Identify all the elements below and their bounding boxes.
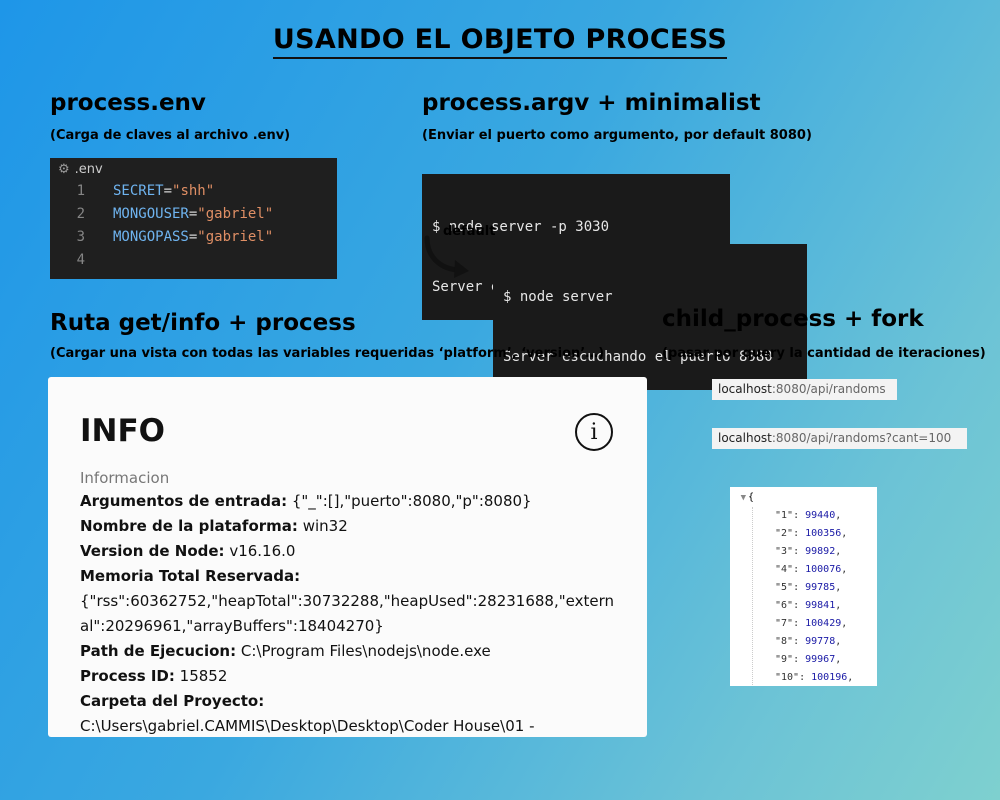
editor-tab[interactable]: ⚙ .env bbox=[50, 158, 337, 180]
editor-tab-name: .env bbox=[74, 161, 103, 177]
env-key: SECRET bbox=[113, 183, 164, 199]
json-value: 99778 bbox=[805, 636, 836, 647]
folder-row: Carpeta del Proyecto: bbox=[80, 689, 615, 714]
json-entry: "10": 100196, bbox=[775, 669, 877, 686]
curved-arrow-icon bbox=[424, 235, 469, 278]
argv-subtitle: (Enviar el puerto como argumento, por de… bbox=[422, 128, 812, 143]
json-value: 99440 bbox=[805, 510, 836, 521]
url-path: :8080/api/randoms bbox=[771, 382, 886, 396]
node-label: Version de Node: bbox=[80, 542, 225, 560]
line-number: 4 bbox=[76, 252, 85, 268]
platform-value: win32 bbox=[302, 517, 348, 535]
node-value: v16.16.0 bbox=[229, 542, 296, 560]
terminal-command: $ node server bbox=[503, 289, 613, 305]
json-entry: "5": 99785, bbox=[775, 579, 877, 597]
json-entry: "1": 99440, bbox=[775, 507, 877, 525]
collapse-triangle-icon[interactable]: ▼ bbox=[730, 489, 748, 507]
json-value: 99967 bbox=[805, 654, 836, 665]
json-value: 100429 bbox=[805, 618, 842, 629]
argv-heading: process.argv + minimalist bbox=[422, 90, 761, 116]
path-value: C:\Program Files\nodejs\node.exe bbox=[240, 642, 491, 660]
json-key: "1" bbox=[775, 510, 794, 521]
json-key: "10" bbox=[775, 672, 800, 683]
json-key: "4" bbox=[775, 564, 794, 575]
pid-row: Process ID: 15852 bbox=[80, 664, 615, 689]
folder-value: C:\Users\gabriel.CAMMIS\Desktop\Desktop\… bbox=[80, 717, 535, 735]
json-entry: "3": 99892, bbox=[775, 543, 877, 561]
line-number: 3 bbox=[76, 229, 85, 245]
env-key: MONGOPASS bbox=[113, 229, 189, 245]
json-value: 99841 bbox=[805, 600, 836, 611]
args-label: Argumentos de entrada: bbox=[80, 492, 288, 510]
pid-value: 15852 bbox=[179, 667, 228, 685]
json-entries: "1": 99440, "2": 100356, "3": 99892, "4": 1… bbox=[752, 507, 877, 686]
args-row: Argumentos de entrada: {"_":[],"puerto":… bbox=[80, 489, 615, 514]
code-line: 2 MONGOUSER="gabriel" bbox=[50, 203, 337, 226]
json-key: "7" bbox=[775, 618, 794, 629]
url-host: localhost bbox=[718, 431, 772, 445]
json-key: "8" bbox=[775, 636, 794, 647]
env-value: "gabriel" bbox=[197, 206, 274, 222]
json-open-line: ▼{ bbox=[730, 489, 877, 507]
code-line: 4 bbox=[50, 249, 337, 272]
child-heading: child_process + fork bbox=[662, 306, 924, 332]
json-key: "6" bbox=[775, 600, 794, 611]
json-entry: "2": 100356, bbox=[775, 525, 877, 543]
json-viewer: ▼{ "1": 99440, "2": 100356, "3": 99892, "4"… bbox=[730, 487, 877, 686]
code-line: 3 MONGOPASS="gabriel" bbox=[50, 226, 337, 249]
json-key: "3" bbox=[775, 546, 794, 557]
json-entry: "9": 99967, bbox=[775, 651, 877, 669]
args-value: {"_":[],"puerto":8080,"p":8080} bbox=[291, 492, 532, 510]
json-open-brace: { bbox=[748, 492, 755, 503]
node-row: Version de Node: v16.16.0 bbox=[80, 539, 615, 564]
memory-label: Memoria Total Reservada: bbox=[80, 567, 301, 585]
platform-row: Nombre de la plataforma: win32 bbox=[80, 514, 615, 539]
json-key: "2" bbox=[775, 528, 794, 539]
main-title: USANDO EL OBJETO PROCESS bbox=[272, 24, 728, 59]
main-title-wrap: USANDO EL OBJETO PROCESS bbox=[0, 24, 1000, 59]
env-key: MONGOUSER bbox=[113, 206, 189, 222]
json-value: 99785 bbox=[805, 582, 836, 593]
line-number: 2 bbox=[76, 206, 85, 222]
line-number: 1 bbox=[76, 183, 85, 199]
url-path: :8080/api/randoms?cant=100 bbox=[771, 431, 952, 445]
gear-icon: ⚙ bbox=[58, 161, 70, 177]
json-entry: "6": 99841, bbox=[775, 597, 877, 615]
env-subtitle: (Carga de claves al archivo .env) bbox=[50, 128, 291, 143]
env-value: "gabriel" bbox=[197, 229, 274, 245]
code-line: 1 SECRET="shh" bbox=[50, 180, 337, 203]
json-entry: "4": 100076, bbox=[775, 561, 877, 579]
memory-value: {"rss":60362752,"heapTotal":30732288,"he… bbox=[80, 592, 614, 635]
env-value: "shh" bbox=[172, 183, 215, 199]
path-label: Path de Ejecucion: bbox=[80, 642, 237, 660]
url-randoms[interactable]: localhost:8080/api/randoms bbox=[712, 379, 897, 400]
memory-row: Memoria Total Reservada: bbox=[80, 564, 615, 589]
json-value: 100356 bbox=[805, 528, 842, 539]
path-row: Path de Ejecucion: C:\Program Files\node… bbox=[80, 639, 615, 664]
json-value: 99892 bbox=[805, 546, 836, 557]
folder-label: Carpeta del Proyecto: bbox=[80, 692, 265, 710]
card-title: INFO bbox=[80, 413, 166, 449]
url-host: localhost bbox=[718, 382, 772, 396]
info-icon[interactable]: i bbox=[575, 413, 613, 451]
json-value: 100196 bbox=[811, 672, 848, 683]
json-entry: "7": 100429, bbox=[775, 615, 877, 633]
json-entry: "8": 99778, bbox=[775, 633, 877, 651]
platform-label: Nombre de la plataforma: bbox=[80, 517, 298, 535]
json-value: 100076 bbox=[805, 564, 842, 575]
env-code-editor: ⚙ .env 1 SECRET="shh" 2 MONGOUSER="gabri… bbox=[50, 158, 337, 279]
info-heading: Ruta get/info + process bbox=[50, 310, 356, 336]
json-key: "9" bbox=[775, 654, 794, 665]
card-body: Argumentos de entrada: {"_":[],"puerto":… bbox=[80, 489, 615, 737]
pid-label: Process ID: bbox=[80, 667, 175, 685]
json-key: "5" bbox=[775, 582, 794, 593]
child-subtitle: (pasar por query la cantidad de iteracio… bbox=[662, 346, 986, 361]
url-randoms-cant[interactable]: localhost:8080/api/randoms?cant=100 bbox=[712, 428, 967, 449]
env-heading: process.env bbox=[50, 90, 206, 116]
info-subtitle: (Cargar una vista con todas las variable… bbox=[50, 346, 605, 361]
card-subtitle: Informacion bbox=[80, 469, 170, 487]
info-card: INFO i Informacion Argumentos de entrada… bbox=[48, 377, 647, 737]
